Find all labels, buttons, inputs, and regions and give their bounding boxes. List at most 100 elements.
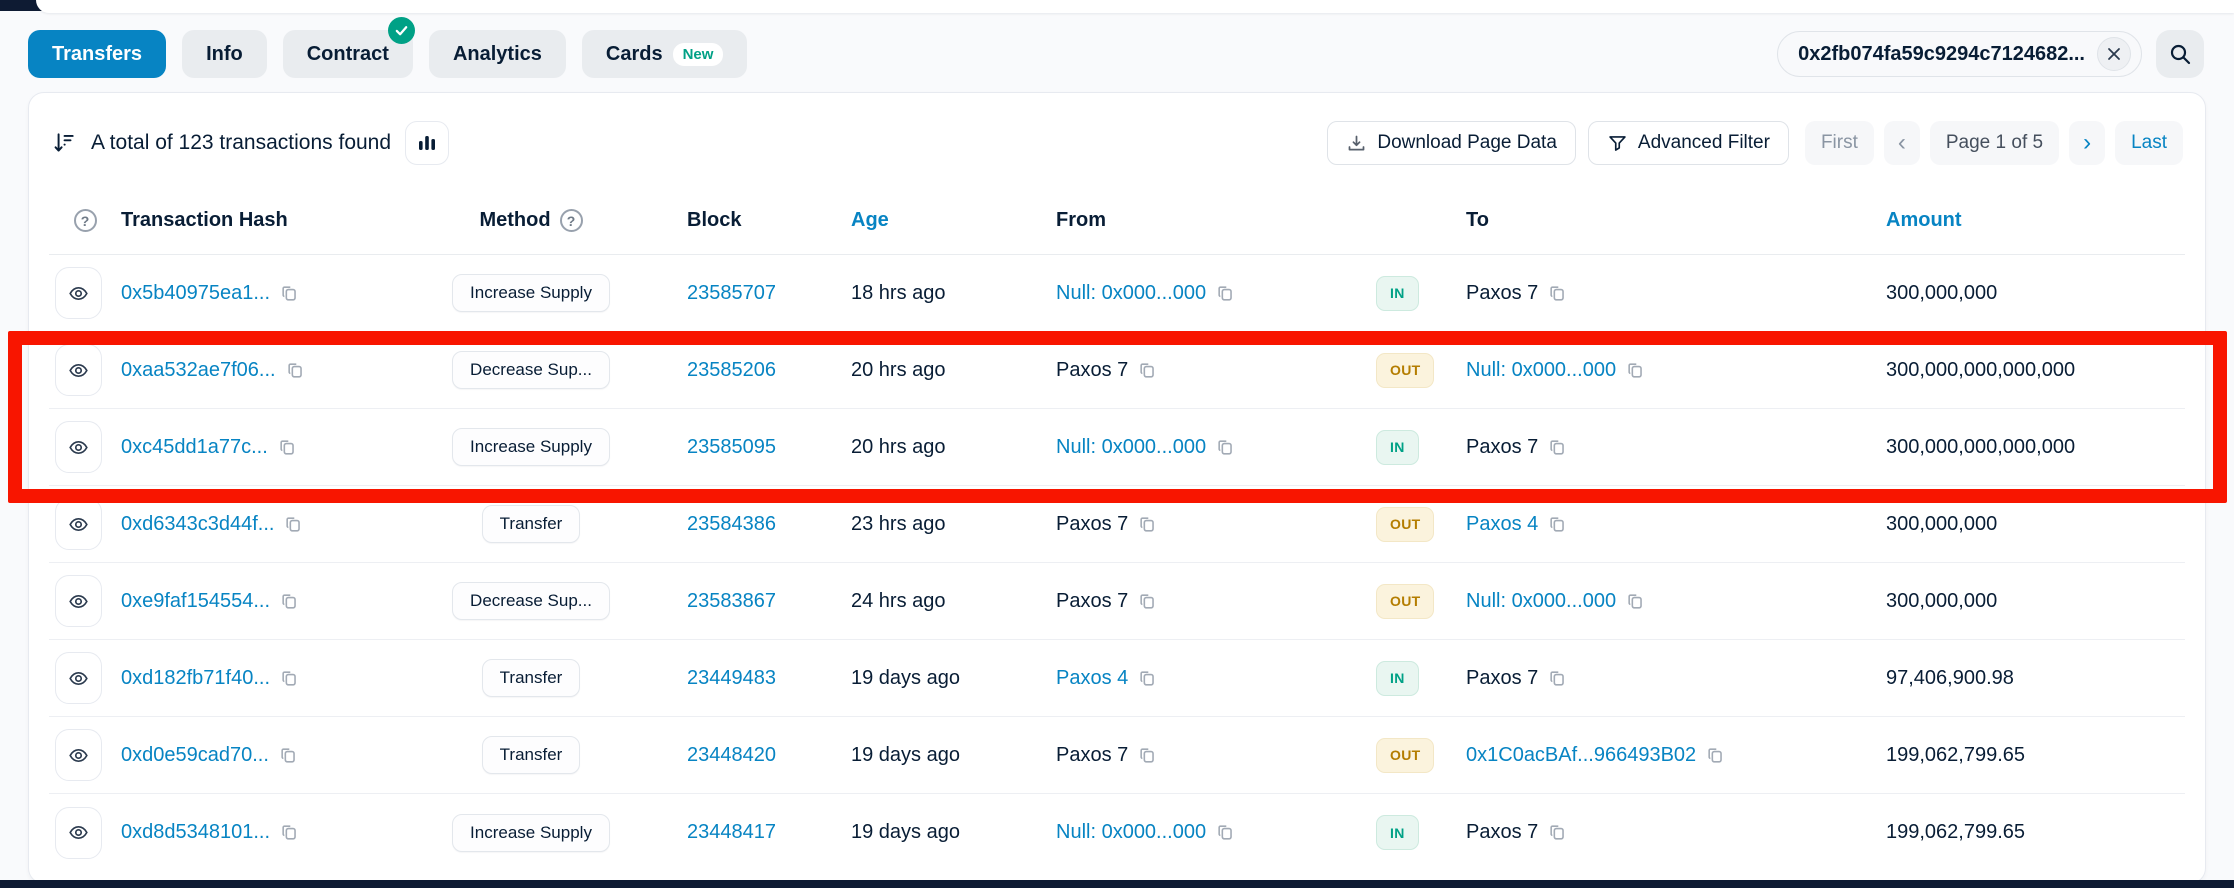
copy-from-icon[interactable]: [1138, 515, 1157, 534]
transaction-hash-link[interactable]: 0xd8d5348101...: [121, 821, 270, 844]
preview-transaction-button[interactable]: [55, 498, 102, 550]
table-row: 0xd182fb71f40... Transfer 23449483 19 da…: [49, 640, 2185, 717]
transaction-hash-link[interactable]: 0xd6343c3d44f...: [121, 513, 274, 536]
block-link[interactable]: 23585095: [687, 436, 776, 458]
copy-to-icon[interactable]: [1626, 592, 1645, 611]
tab-bar: Transfers Info Contract Analytics Cards …: [28, 30, 747, 78]
copy-from-icon[interactable]: [1216, 438, 1235, 457]
first-page-button[interactable]: First: [1805, 121, 1874, 165]
preview-transaction-button[interactable]: [55, 421, 102, 473]
chart-view-button[interactable]: [405, 121, 449, 165]
amount-cell: 300,000,000: [1886, 513, 2185, 536]
transaction-hash-link[interactable]: 0xd182fb71f40...: [121, 667, 270, 690]
preview-transaction-button[interactable]: [55, 575, 102, 627]
eye-icon: [68, 822, 89, 843]
col-age[interactable]: Age: [851, 209, 1056, 232]
last-page-button[interactable]: Last: [2115, 121, 2183, 165]
transaction-hash-link[interactable]: 0xd0e59cad70...: [121, 744, 269, 767]
to-address[interactable]: Paxos 4: [1466, 513, 1538, 536]
copy-from-icon[interactable]: [1138, 361, 1157, 380]
toolbar: Transfers Info Contract Analytics Cards …: [28, 30, 2204, 78]
tab-cards[interactable]: Cards New: [582, 30, 748, 78]
copy-to-icon[interactable]: [1548, 669, 1567, 688]
block-cell: 23583867: [661, 590, 851, 613]
transaction-hash-link[interactable]: 0xaa532ae7f06...: [121, 359, 276, 382]
copy-from-icon[interactable]: [1138, 746, 1157, 765]
to-address[interactable]: Null: 0x000...000: [1466, 359, 1616, 382]
preview-transaction-button[interactable]: [55, 267, 102, 319]
from-address[interactable]: Null: 0x000...000: [1056, 282, 1206, 305]
copy-to-icon[interactable]: [1626, 361, 1645, 380]
copy-from-icon[interactable]: [1138, 592, 1157, 611]
copy-hash-icon[interactable]: [279, 746, 298, 765]
method-badge[interactable]: Increase Supply: [452, 814, 610, 852]
row-preview-cell: [49, 807, 121, 859]
copy-hash-icon[interactable]: [284, 515, 303, 534]
from-address[interactable]: Paxos 7: [1056, 513, 1128, 536]
transaction-hash-link[interactable]: 0xe9faf154554...: [121, 590, 270, 613]
method-badge[interactable]: Transfer: [482, 505, 581, 543]
block-link[interactable]: 23448417: [687, 821, 776, 843]
method-badge[interactable]: Transfer: [482, 659, 581, 697]
block-link[interactable]: 23585707: [687, 282, 776, 304]
to-address[interactable]: Paxos 7: [1466, 436, 1538, 459]
method-badge[interactable]: Increase Supply: [452, 428, 610, 466]
copy-from-icon[interactable]: [1216, 823, 1235, 842]
copy-hash-icon[interactable]: [280, 284, 299, 303]
block-link[interactable]: 23448420: [687, 744, 776, 766]
to-address[interactable]: Paxos 7: [1466, 821, 1538, 844]
copy-hash-icon[interactable]: [280, 592, 299, 611]
table-header-row: ? Transaction Hash Method? Block Age Fro…: [49, 187, 2185, 255]
preview-transaction-button[interactable]: [55, 344, 102, 396]
copy-from-icon[interactable]: [1138, 669, 1157, 688]
copy-to-icon[interactable]: [1548, 823, 1567, 842]
transaction-hash-link[interactable]: 0x5b40975ea1...: [121, 282, 270, 305]
from-address[interactable]: Paxos 7: [1056, 744, 1128, 767]
to-address[interactable]: Paxos 7: [1466, 667, 1538, 690]
method-badge[interactable]: Increase Supply: [452, 274, 610, 312]
prev-page-button[interactable]: ‹: [1884, 121, 1920, 165]
block-link[interactable]: 23584386: [687, 513, 776, 535]
tab-contract[interactable]: Contract: [283, 30, 413, 78]
from-address[interactable]: Null: 0x000...000: [1056, 436, 1206, 459]
transaction-hash-link[interactable]: 0xc45dd1a77c...: [121, 436, 268, 459]
block-link[interactable]: 23449483: [687, 667, 776, 689]
col-amount[interactable]: Amount: [1886, 209, 2185, 232]
preview-transaction-button[interactable]: [55, 652, 102, 704]
from-address[interactable]: Null: 0x000...000: [1056, 821, 1206, 844]
advanced-filter-button[interactable]: Advanced Filter: [1588, 121, 1789, 165]
method-help-icon[interactable]: ?: [560, 209, 583, 232]
tab-info[interactable]: Info: [182, 30, 267, 78]
copy-to-icon[interactable]: [1548, 438, 1567, 457]
preview-transaction-button[interactable]: [55, 729, 102, 781]
method-badge[interactable]: Transfer: [482, 736, 581, 774]
block-link[interactable]: 23583867: [687, 590, 776, 612]
preview-transaction-button[interactable]: [55, 807, 102, 859]
tab-transfers[interactable]: Transfers: [28, 30, 166, 78]
method-badge[interactable]: Decrease Sup...: [452, 351, 610, 389]
block-link[interactable]: 23585206: [687, 359, 776, 381]
clear-search-button[interactable]: [2097, 37, 2131, 71]
help-icon[interactable]: ?: [74, 209, 97, 232]
tab-info-label: Info: [206, 43, 243, 66]
from-address[interactable]: Paxos 4: [1056, 667, 1128, 690]
copy-from-icon[interactable]: [1216, 284, 1235, 303]
copy-hash-icon[interactable]: [280, 823, 299, 842]
copy-hash-icon[interactable]: [286, 361, 305, 380]
search-input[interactable]: 0x2fb074fa59c9294c7124682...: [1777, 31, 2142, 77]
to-address[interactable]: Paxos 7: [1466, 282, 1538, 305]
from-address[interactable]: Paxos 7: [1056, 590, 1128, 613]
copy-hash-icon[interactable]: [278, 438, 297, 457]
copy-hash-icon[interactable]: [280, 669, 299, 688]
tab-analytics[interactable]: Analytics: [429, 30, 566, 78]
download-page-data-button[interactable]: Download Page Data: [1327, 121, 1576, 165]
next-page-button[interactable]: ›: [2069, 121, 2105, 165]
copy-to-icon[interactable]: [1548, 284, 1567, 303]
to-address[interactable]: 0x1C0acBAf...966493B02: [1466, 744, 1696, 767]
to-address[interactable]: Null: 0x000...000: [1466, 590, 1616, 613]
search-button[interactable]: [2156, 30, 2204, 78]
copy-to-icon[interactable]: [1706, 746, 1725, 765]
copy-to-icon[interactable]: [1548, 515, 1567, 534]
from-address[interactable]: Paxos 7: [1056, 359, 1128, 382]
method-badge[interactable]: Decrease Sup...: [452, 582, 610, 620]
